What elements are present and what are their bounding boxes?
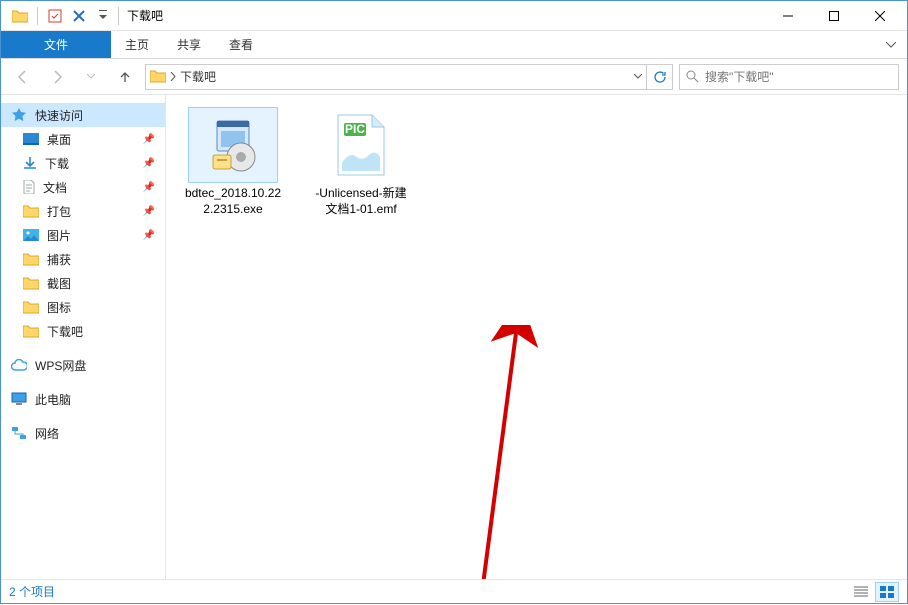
pin-icon: 📌 <box>143 158 155 169</box>
nav-back-button[interactable] <box>9 63 37 91</box>
folder-icon <box>23 277 39 290</box>
close-button[interactable] <box>857 1 903 31</box>
window-controls <box>765 1 903 31</box>
ribbon-tab-share[interactable]: 共享 <box>163 31 215 58</box>
folder-icon <box>23 301 39 314</box>
qat-dropdown-icon[interactable] <box>92 5 114 27</box>
sidebar-item-pictures[interactable]: 图片📌 <box>1 223 165 247</box>
view-switcher <box>849 582 899 602</box>
status-bar: 2 个项目 <box>1 579 907 603</box>
sidebar-this-pc[interactable]: 此电脑 <box>1 387 165 411</box>
folder-icon <box>23 325 39 338</box>
file-item[interactable]: bdtec_2018.10.222.2315.exe <box>178 107 288 219</box>
annotation-arrow <box>461 325 551 605</box>
pin-icon: 📌 <box>143 134 155 145</box>
desktop-icon <box>23 133 39 145</box>
view-icons-button[interactable] <box>875 582 899 602</box>
pin-icon: 📌 <box>143 230 155 241</box>
search-icon <box>686 70 699 83</box>
exe-icon <box>188 107 278 183</box>
item-count: 2 个项目 <box>9 583 55 600</box>
ribbon-tab-file[interactable]: 文件 <box>1 31 111 58</box>
svg-text:PIC: PIC <box>345 122 365 136</box>
ribbon-tab-view[interactable]: 查看 <box>215 31 267 58</box>
qat-properties-icon[interactable] <box>44 5 66 27</box>
sidebar-item-documents[interactable]: 文档📌 <box>1 175 165 199</box>
ribbon: 文件 主页 共享 查看 <box>1 31 907 59</box>
minimize-button[interactable] <box>765 1 811 31</box>
sidebar-network[interactable]: 网络 <box>1 421 165 445</box>
explorer-body: 快速访问 桌面📌 下载📌 文档📌 打包📌 图片📌 捕获 截图 <box>1 95 907 579</box>
pictures-icon <box>23 229 39 241</box>
window-title: 下载吧 <box>123 7 163 24</box>
document-icon <box>23 180 35 194</box>
titlebar: 下载吧 <box>1 1 907 31</box>
ribbon-expand-icon[interactable] <box>875 31 907 58</box>
pin-icon: 📌 <box>143 182 155 193</box>
maximize-button[interactable] <box>811 1 857 31</box>
refresh-button[interactable] <box>647 64 673 90</box>
file-name: bdtec_2018.10.222.2315.exe <box>178 183 288 219</box>
nav-history-button[interactable] <box>77 63 105 91</box>
download-icon <box>23 156 37 170</box>
qat-delete-icon[interactable] <box>68 5 90 27</box>
sidebar-item-icons[interactable]: 图标 <box>1 295 165 319</box>
nav-forward-button[interactable] <box>43 63 71 91</box>
search-box[interactable] <box>679 64 899 90</box>
quick-access-toolbar <box>5 5 114 27</box>
address-dropdown-icon[interactable] <box>634 74 642 79</box>
address-bar: 下载吧 <box>1 59 907 95</box>
star-icon <box>11 107 27 123</box>
sidebar-item-capture[interactable]: 捕获 <box>1 247 165 271</box>
sidebar-item-screenshot[interactable]: 截图 <box>1 271 165 295</box>
folder-icon <box>9 5 31 27</box>
sidebar-wps[interactable]: WPS网盘 <box>1 353 165 377</box>
nav-up-button[interactable] <box>111 63 139 91</box>
view-details-button[interactable] <box>849 582 873 602</box>
address-input[interactable]: 下载吧 <box>145 64 647 90</box>
pc-icon <box>11 392 27 406</box>
sidebar-item-pack[interactable]: 打包📌 <box>1 199 165 223</box>
cloud-icon <box>11 359 27 371</box>
search-input[interactable] <box>705 70 892 84</box>
nav-pane: 快速访问 桌面📌 下载📌 文档📌 打包📌 图片📌 捕获 截图 <box>1 95 166 579</box>
folder-icon <box>23 253 39 266</box>
file-name: -Unlicensed-新建文档1-01.emf <box>306 183 416 219</box>
breadcrumb-chevron-icon[interactable] <box>170 72 176 81</box>
sidebar-item-desktop[interactable]: 桌面📌 <box>1 127 165 151</box>
pin-icon: 📌 <box>143 206 155 217</box>
file-list[interactable]: bdtec_2018.10.222.2315.exe PIC -Unlicens… <box>166 95 907 579</box>
sidebar-item-downloads[interactable]: 下载📌 <box>1 151 165 175</box>
folder-icon <box>150 70 166 83</box>
emf-icon: PIC <box>316 107 406 183</box>
sidebar-quick-access[interactable]: 快速访问 <box>1 103 165 127</box>
sidebar-item-xiazaiba[interactable]: 下载吧 <box>1 319 165 343</box>
breadcrumb-item[interactable]: 下载吧 <box>180 68 216 85</box>
folder-icon <box>23 205 39 218</box>
network-icon <box>11 426 27 440</box>
file-item[interactable]: PIC -Unlicensed-新建文档1-01.emf <box>306 107 416 219</box>
ribbon-tab-home[interactable]: 主页 <box>111 31 163 58</box>
